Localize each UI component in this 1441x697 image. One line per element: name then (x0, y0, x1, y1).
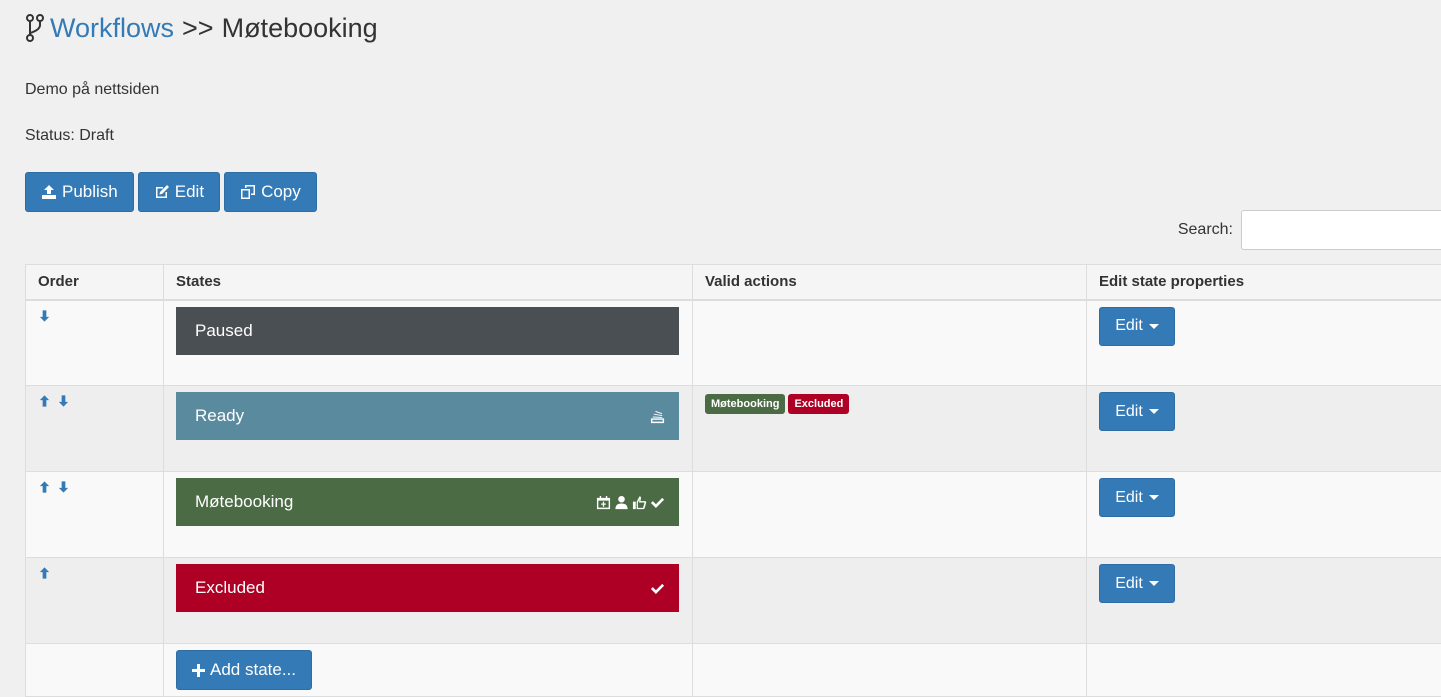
arrow-up-icon[interactable] (38, 566, 51, 580)
header-edit-state-properties: Edit state properties (1087, 265, 1441, 300)
edit-state-button[interactable]: Edit (1099, 564, 1175, 603)
state-name: Ready (195, 406, 244, 426)
check-icon (650, 495, 665, 510)
header-valid-actions: Valid actions (693, 265, 1087, 300)
workflow-description: Demo på nettsiden (25, 81, 159, 99)
copy-button[interactable]: Copy (224, 172, 317, 212)
copy-button-label: Copy (261, 182, 301, 202)
add-state-button-label: Add state... (210, 660, 296, 680)
add-state-button[interactable]: Add state... (176, 650, 312, 690)
action-badge[interactable]: Excluded (788, 394, 849, 414)
state-name: Møtebooking (195, 492, 293, 512)
search-bar: Search: (1178, 210, 1441, 250)
search-label: Search: (1178, 221, 1233, 239)
user-icon (614, 495, 629, 510)
header-order: Order (26, 265, 164, 300)
workflow-status: Status: Draft (25, 127, 114, 145)
arrow-down-icon[interactable] (38, 309, 51, 323)
arrow-up-icon[interactable] (38, 480, 51, 494)
state-excluded[interactable]: Excluded (176, 564, 679, 612)
edit-state-button[interactable]: Edit (1099, 478, 1175, 517)
edit-state-button[interactable]: Edit (1099, 307, 1175, 346)
publish-button[interactable]: Publish (25, 172, 134, 212)
edit-icon (154, 184, 170, 200)
state-name: Paused (195, 321, 253, 341)
caret-down-icon (1149, 324, 1159, 329)
table-row: Møtebooking Edit (26, 472, 1441, 558)
caret-down-icon (1149, 495, 1159, 500)
breadcrumb: Workflows >> Møtebooking (24, 12, 378, 44)
table-row: Excluded Edit (26, 558, 1441, 644)
caret-down-icon (1149, 409, 1159, 414)
page-title: Møtebooking (222, 12, 378, 44)
edit-state-button-label: Edit (1115, 575, 1143, 593)
plus-icon (192, 664, 205, 677)
breadcrumb-workflows-link[interactable]: Workflows (50, 12, 174, 44)
search-input[interactable] (1241, 210, 1441, 250)
arrow-down-icon[interactable] (57, 394, 70, 408)
upload-icon (41, 184, 57, 200)
publish-button-label: Publish (62, 182, 118, 202)
breadcrumb-separator: >> (182, 12, 214, 44)
action-badge[interactable]: Møtebooking (705, 394, 785, 414)
arrow-down-icon[interactable] (57, 480, 70, 494)
caret-down-icon (1149, 581, 1159, 586)
stack-icon (650, 409, 665, 424)
state-ready[interactable]: Ready (176, 392, 679, 440)
edit-state-button-label: Edit (1115, 403, 1143, 421)
edit-workflow-button[interactable]: Edit (138, 172, 220, 212)
code-fork-icon (24, 13, 46, 43)
toolbar: Publish Edit Copy (25, 172, 317, 212)
header-states: States (164, 265, 693, 300)
edit-state-button[interactable]: Edit (1099, 392, 1175, 431)
state-name: Excluded (195, 578, 265, 598)
calendar-plus-icon (596, 495, 611, 510)
state-motebooking[interactable]: Møtebooking (176, 478, 679, 526)
edit-workflow-button-label: Edit (175, 182, 204, 202)
edit-state-button-label: Edit (1115, 489, 1143, 507)
edit-state-button-label: Edit (1115, 317, 1143, 335)
table-row: Ready MøtebookingExcluded Edit (26, 386, 1441, 472)
state-paused[interactable]: Paused (176, 307, 679, 355)
states-table: Order States Valid actions Edit state pr… (25, 264, 1441, 697)
thumbs-up-icon (632, 495, 647, 510)
check-icon (650, 581, 665, 596)
table-row: Paused Edit (26, 300, 1441, 386)
copy-icon (240, 184, 256, 200)
arrow-up-icon[interactable] (38, 394, 51, 408)
